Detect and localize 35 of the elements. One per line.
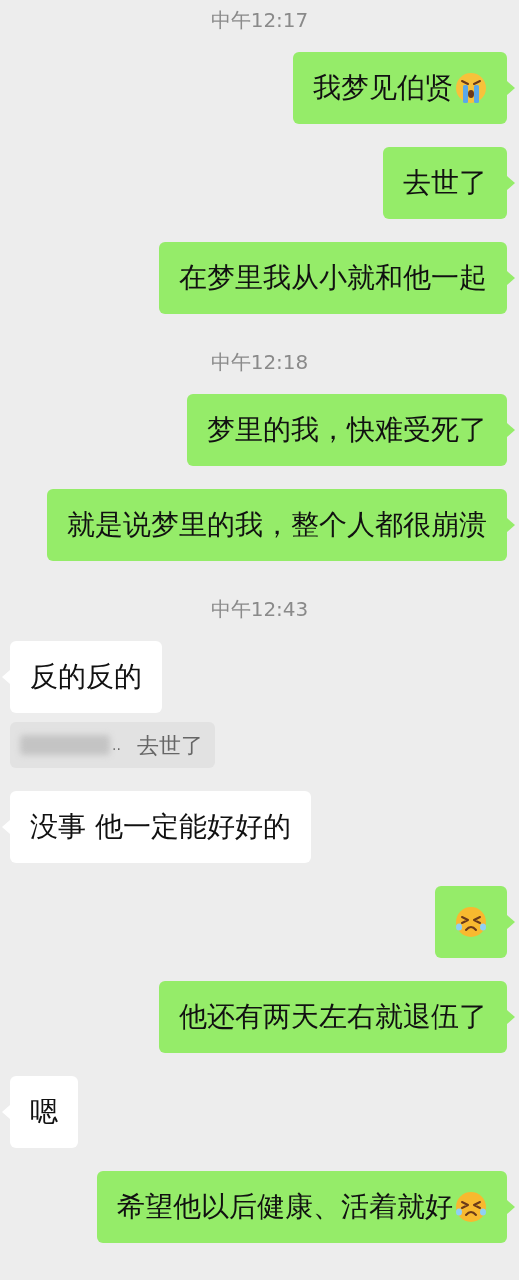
received-message-bubble[interactable]: 没事 他一定能好好的 bbox=[10, 791, 311, 863]
message-text: 在梦里我从小就和他一起 bbox=[179, 261, 487, 295]
sent-message-bubble[interactable]: 就是说梦里的我，整个人都很崩溃 bbox=[47, 489, 507, 561]
sent-message-bubble[interactable]: 梦里的我，快难受死了 bbox=[187, 394, 507, 466]
bubble-tail bbox=[507, 1200, 515, 1214]
ellipsis: .. bbox=[112, 735, 121, 755]
message-text: 就是说梦里的我，整个人都很崩溃 bbox=[67, 508, 487, 542]
timestamp: 中午12:17 bbox=[210, 7, 309, 34]
received-message-bubble[interactable]: 嗯 bbox=[10, 1076, 78, 1148]
sent-message-bubble[interactable]: 去世了 bbox=[383, 147, 507, 219]
received-message-bubble[interactable]: 反的反的 bbox=[10, 641, 162, 713]
quoted-text: 去世了 bbox=[136, 731, 203, 760]
bubble-tail bbox=[507, 81, 515, 95]
sent-message-bubble[interactable]: 我梦见伯贤 bbox=[293, 52, 507, 124]
message-text: 希望他以后健康、活着就好 bbox=[117, 1190, 453, 1224]
bubble-tail bbox=[507, 915, 515, 929]
bubble-tail bbox=[507, 518, 515, 532]
timestamp: 中午12:43 bbox=[210, 596, 309, 623]
timestamp: 中午12:18 bbox=[210, 349, 309, 376]
sent-message-bubble[interactable] bbox=[435, 886, 507, 958]
quoted-message[interactable]: .. 去世了 bbox=[10, 722, 215, 768]
bubble-tail bbox=[507, 423, 515, 437]
bubble-tail bbox=[507, 1010, 515, 1024]
message-text: 没事 他一定能好好的 bbox=[30, 810, 291, 844]
message-text: 梦里的我，快难受死了 bbox=[207, 413, 487, 447]
sent-message-bubble[interactable]: 希望他以后健康、活着就好 bbox=[97, 1171, 507, 1243]
sent-message-bubble[interactable]: 在梦里我从小就和他一起 bbox=[159, 242, 507, 314]
message-text: 我梦见伯贤 bbox=[313, 71, 453, 105]
message-text: 反的反的 bbox=[30, 660, 142, 694]
sent-message-bubble[interactable]: 他还有两天左右就退伍了 bbox=[159, 981, 507, 1053]
message-text: 去世了 bbox=[403, 166, 487, 200]
message-text: 嗯 bbox=[30, 1095, 58, 1129]
message-text: 他还有两天左右就退伍了 bbox=[179, 1000, 487, 1034]
bubble-tail bbox=[507, 176, 515, 190]
bubble-tail bbox=[507, 271, 515, 285]
